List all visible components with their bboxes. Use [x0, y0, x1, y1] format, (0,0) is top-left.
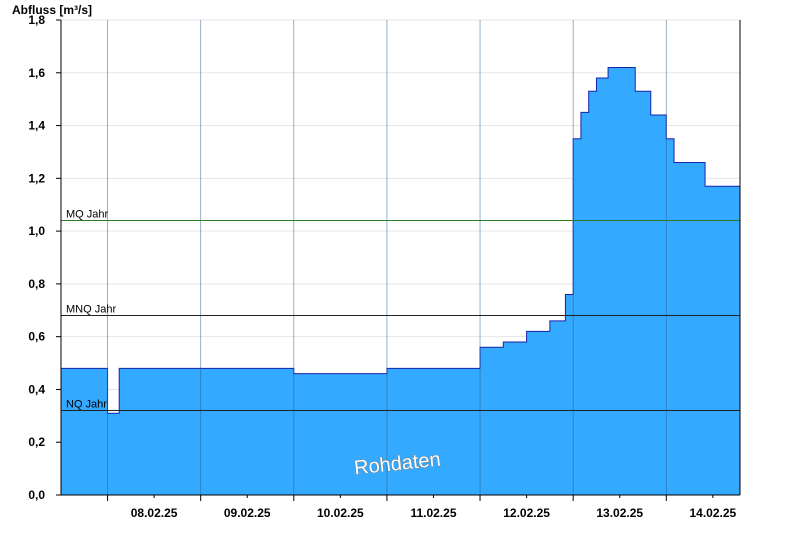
x-tick-label: 12.02.25 [503, 506, 550, 520]
y-tick-label: 0,6 [28, 330, 45, 344]
y-tick-label: 1,2 [28, 171, 45, 185]
y-tick-label: 0,0 [28, 488, 45, 502]
discharge-area [61, 67, 740, 495]
y-tick-label: 0,8 [28, 277, 45, 291]
x-tick-label: 09.02.25 [224, 506, 271, 520]
y-tick-label: 1,6 [28, 66, 45, 80]
x-tick-label: 08.02.25 [131, 506, 178, 520]
y-axis-label: Abfluss [m³/s] [12, 3, 92, 17]
reference-line-label: MQ Jahr [66, 209, 109, 221]
y-tick-label: 1,4 [28, 119, 45, 133]
x-tick-label: 10.02.25 [317, 506, 364, 520]
reference-line-label: MNQ Jahr [66, 304, 116, 316]
x-tick-label: 13.02.25 [596, 506, 643, 520]
y-tick-label: 0,2 [28, 435, 45, 449]
y-tick-label: 0,4 [28, 382, 45, 396]
x-tick-label: 14.02.25 [689, 506, 736, 520]
reference-line-label: NQ Jahr [66, 399, 107, 411]
y-tick-label: 1,0 [28, 224, 45, 238]
area-layer [61, 20, 741, 495]
x-tick-label: 11.02.25 [410, 506, 456, 520]
discharge-chart: MQ Jahr MNQ Jahr NQ Jahr 0,0 0,2 0,4 0,6 0,8 1,… [12, 3, 741, 520]
